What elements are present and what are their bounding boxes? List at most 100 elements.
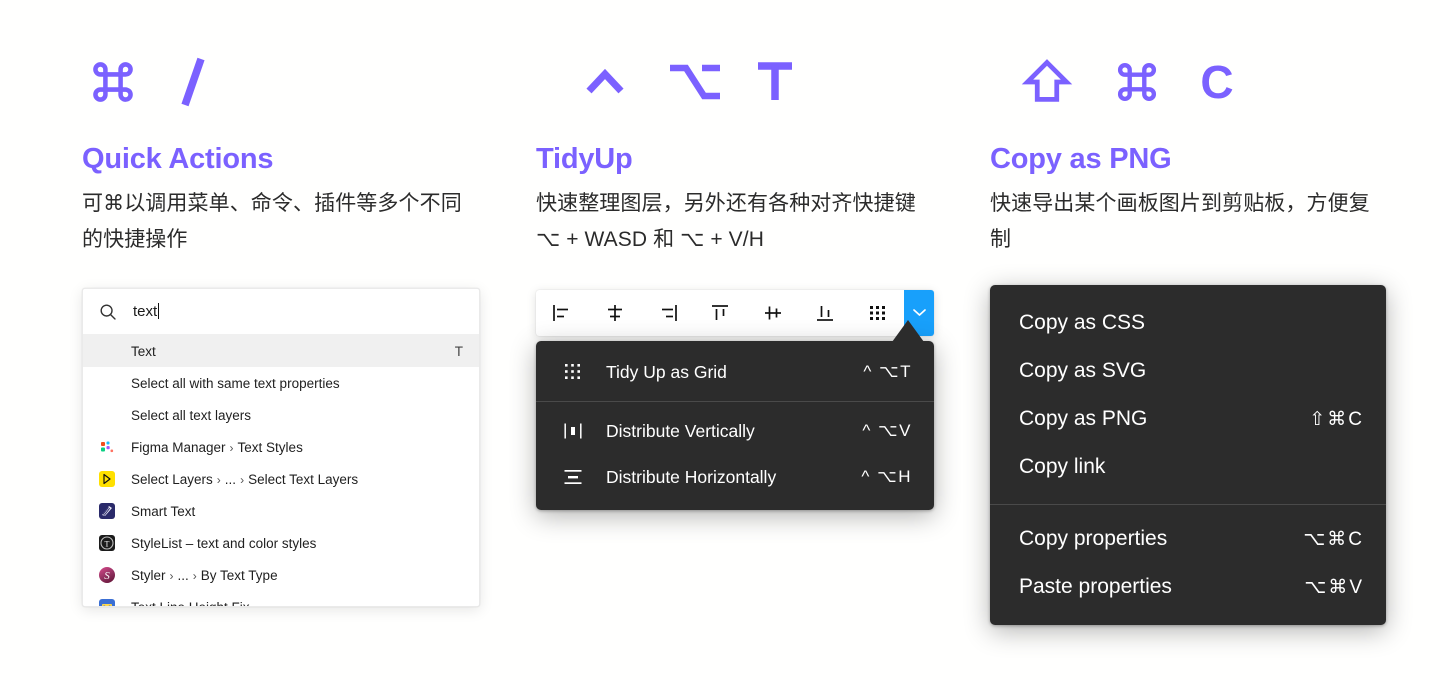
c-key-icon: C: [1200, 56, 1234, 108]
page-title-tidyup: TidyUp: [536, 143, 633, 175]
shortcut-key-row-quick-actions: [82, 46, 240, 118]
search-bar[interactable]: text: [83, 289, 479, 335]
chevron-right-icon: ›: [216, 472, 221, 487]
list-item[interactable]: Text Line Height Fix: [83, 591, 479, 607]
list-item[interactable]: T StyleList – text and color styles: [83, 527, 479, 559]
menu-item-label: Tidy Up as Grid: [606, 361, 727, 382]
chevron-right-icon: ›: [192, 568, 197, 583]
svg-text:T: T: [105, 539, 110, 548]
list-item-label: Select all with same text properties: [131, 375, 340, 391]
menu-item-paste-properties[interactable]: Paste properties ⌥⌘V: [990, 563, 1386, 611]
column-tidyup: TidyUp 快速整理图层，另外还有各种对齐快捷键⌥ + WASD 和 ⌥ + …: [536, 0, 956, 680]
menu-item-copy-as-svg[interactable]: Copy as SVG: [990, 347, 1386, 395]
page-title-quick-actions: Quick Actions: [82, 143, 274, 175]
shortcut-key-row-tidyup: [560, 46, 810, 118]
search-results-list: Text T Select all with same text propert…: [83, 335, 479, 607]
result-icon-placeholder: [99, 407, 115, 423]
list-item-label: Smart Text: [131, 503, 196, 519]
distribute-horizontal-icon: [562, 466, 584, 488]
align-toolbar: [536, 290, 935, 336]
menu-item-label: Copy as PNG: [1019, 407, 1148, 430]
select-layers-plugin-icon: [99, 471, 115, 487]
list-item-label: Text Line Height Fix: [131, 599, 250, 607]
list-item[interactable]: Select all with same text properties: [83, 367, 479, 399]
menu-item-copy-as-png[interactable]: Copy as PNG ⇧⌘C: [990, 395, 1386, 443]
search-input[interactable]: text: [133, 303, 160, 320]
menu-item-shortcut: ^ ⌥V: [862, 421, 912, 440]
chevron-right-icon: ›: [240, 472, 245, 487]
menu-item-shortcut: ^ ⌥T: [863, 362, 912, 381]
menu-item-label: Distribute Vertically: [606, 420, 755, 441]
list-item[interactable]: S Styler ›... › By Text Type: [83, 559, 479, 591]
align-left-button[interactable]: [536, 290, 589, 336]
menu-item-shortcut: ⌥⌘C: [1303, 528, 1364, 550]
menu-item-copy-properties[interactable]: Copy properties ⌥⌘C: [990, 515, 1386, 563]
result-icon-placeholder: [99, 375, 115, 391]
text-line-height-fix-plugin-icon: [99, 599, 115, 606]
list-item-label: Figma Manager › Text Styles: [131, 439, 303, 455]
styler-plugin-icon: S: [99, 567, 115, 583]
list-item-label: StyleList – text and color styles: [131, 535, 317, 551]
menu-item-shortcut: ⌥⌘V: [1304, 576, 1364, 598]
list-item[interactable]: Figma Manager › Text Styles: [83, 431, 479, 463]
list-item[interactable]: Smart Text: [83, 495, 479, 527]
menu-item-label: Paste properties: [1019, 575, 1172, 598]
search-input-value: text: [133, 303, 158, 320]
option-key-icon: [650, 62, 740, 102]
list-item-shortcut: T: [454, 343, 463, 359]
menu-item-distribute-vertically[interactable]: Distribute Vertically ^ ⌥V: [536, 408, 934, 454]
menu-item-label: Copy link: [1019, 455, 1106, 478]
menu-divider: [536, 401, 934, 402]
list-item[interactable]: Select all text layers: [83, 399, 479, 431]
list-item-label: Select all text layers: [131, 407, 252, 423]
menu-item-shortcut: ^ ⌥H: [861, 467, 912, 486]
copy-context-menu: Copy as CSS Copy as SVG Copy as PNG ⇧⌘C …: [990, 285, 1386, 625]
menu-item-label: Copy as CSS: [1019, 311, 1146, 334]
menu-item-shortcut: ⇧⌘C: [1309, 408, 1364, 430]
figma-manager-plugin-icon: [99, 439, 115, 455]
distribute-vertical-icon: [562, 420, 584, 442]
slash-key-icon: [144, 55, 240, 109]
smart-text-plugin-icon: [99, 503, 115, 519]
shortcut-key-row-copy-as-png: C: [1002, 46, 1252, 118]
tidy-up-dropdown-menu: Tidy Up as Grid ^ ⌥T Distribute Vertical…: [536, 341, 934, 510]
menu-item-tidy-up-as-grid[interactable]: Tidy Up as Grid ^ ⌥T: [536, 349, 934, 395]
grid-dots-icon: [562, 361, 584, 383]
align-right-button[interactable]: [641, 290, 694, 336]
poster-canvas: Quick Actions 可⌘以调用菜单、命令、插件等多个不同的快捷操作 te…: [0, 0, 1440, 680]
result-icon-placeholder: [99, 343, 115, 359]
description-copy-as-png: 快速导出某个画板图片到剪贴板，方便复制: [990, 192, 1370, 251]
list-item-label: Styler ›... › By Text Type: [131, 567, 278, 583]
description-quick-actions: 可⌘以调用菜单、命令、插件等多个不同的快捷操作: [82, 192, 462, 251]
t-key-icon: [740, 60, 810, 104]
page-title-copy-as-png: Copy as PNG: [990, 143, 1172, 175]
align-horizontal-centers-button[interactable]: [589, 290, 642, 336]
command-key-icon: [82, 56, 144, 108]
menu-item-copy-link[interactable]: Copy link: [990, 443, 1386, 491]
menu-item-label: Copy properties: [1019, 527, 1168, 550]
search-icon: [99, 303, 117, 321]
column-copy-as-png: C Copy as PNG 快速导出某个画板图片到剪贴板，方便复制 Copy a…: [990, 0, 1410, 680]
list-item[interactable]: Select Layers ›... › Select Text Layers: [83, 463, 479, 495]
command-key-icon: [1092, 57, 1182, 107]
menu-item-copy-as-css[interactable]: Copy as CSS: [990, 299, 1386, 347]
chevron-right-icon: ›: [169, 568, 174, 583]
align-bottom-button[interactable]: [799, 290, 852, 336]
menu-item-label: Distribute Horizontally: [606, 466, 777, 487]
list-item-label: Select Layers ›... › Select Text Layers: [131, 471, 359, 487]
column-quick-actions: Quick Actions 可⌘以调用菜单、命令、插件等多个不同的快捷操作 te…: [82, 0, 502, 680]
list-item-label: Text: [131, 343, 156, 359]
description-tidyup: 快速整理图层，另外还有各种对齐快捷键⌥ + WASD 和 ⌥ + V/H: [536, 192, 916, 251]
list-item[interactable]: Text T: [83, 335, 479, 367]
text-caret: [158, 303, 160, 319]
align-top-button[interactable]: [694, 290, 747, 336]
align-vertical-centers-button[interactable]: [746, 290, 799, 336]
stylelist-plugin-icon: T: [99, 535, 115, 551]
control-key-icon: [560, 65, 650, 99]
menu-item-distribute-horizontally[interactable]: Distribute Horizontally ^ ⌥H: [536, 454, 934, 500]
menu-divider: [990, 504, 1386, 505]
quick-actions-search-panel: text Text T Select all with same text pr…: [82, 288, 480, 607]
menu-item-label: Copy as SVG: [1019, 359, 1147, 382]
svg-text:S: S: [104, 570, 110, 582]
tidy-menu-notch: [892, 320, 924, 342]
